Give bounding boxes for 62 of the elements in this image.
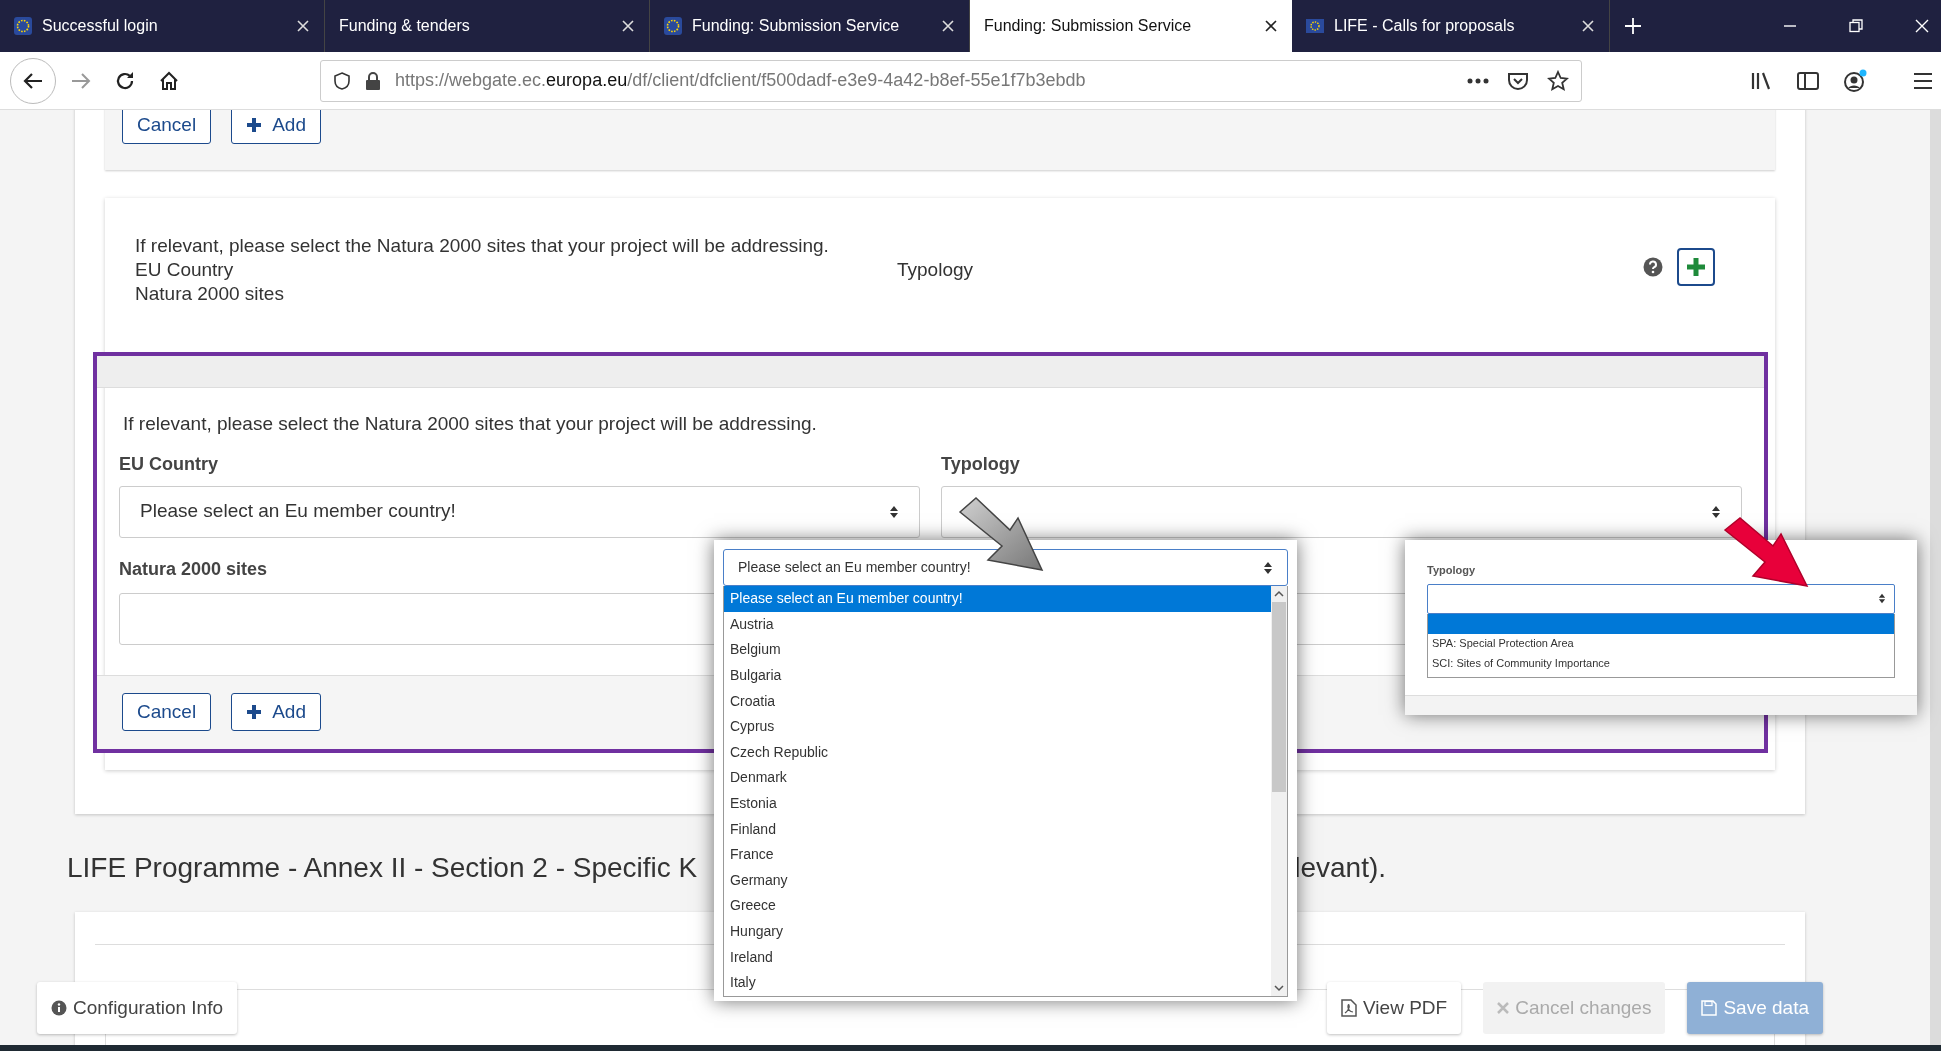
scrollbar[interactable] xyxy=(1271,586,1287,996)
instruction-text: If relevant, please select the Natura 2000 sites that your project will be addressing. xyxy=(123,412,818,436)
field-label: Typology xyxy=(897,258,974,282)
shield-icon xyxy=(333,71,351,90)
instruction-text: If relevant, please select the Natura 2000 sites that your project will be addressing. xyxy=(135,234,830,258)
scroll-down-icon xyxy=(1274,983,1284,992)
lock-icon xyxy=(365,71,381,90)
scroll-up-icon xyxy=(1274,590,1284,598)
field-label: Natura 2000 sites xyxy=(135,282,285,306)
view-pdf-button[interactable]: View PDF xyxy=(1327,982,1462,1034)
star-icon[interactable] xyxy=(1547,69,1569,92)
field-label: Typology xyxy=(1427,563,1477,578)
close-icon xyxy=(1581,19,1595,33)
info-icon xyxy=(51,1000,67,1016)
pocket-icon[interactable] xyxy=(1507,70,1529,91)
select-field[interactable] xyxy=(1427,583,1895,614)
sort-icon xyxy=(1878,593,1886,604)
menu-icon[interactable] xyxy=(1913,71,1933,90)
new-tab-icon[interactable] xyxy=(1624,17,1642,35)
eu-flag-icon xyxy=(1306,19,1324,33)
section-heading: LIFE Programme - Annex II - Section 2 - Specific K xyxy=(67,850,698,885)
home-icon[interactable] xyxy=(158,69,180,92)
close-icon xyxy=(1915,19,1929,33)
dropdown-option[interactable]: Please select an Eu member country! xyxy=(724,586,1271,612)
eu-flag-icon xyxy=(664,17,682,35)
field-label: EU Country xyxy=(119,452,219,476)
add-button[interactable]: Add xyxy=(231,110,321,144)
account-icon[interactable] xyxy=(1843,68,1867,93)
help-icon xyxy=(1643,257,1663,277)
close-icon xyxy=(941,19,955,33)
sidebar-icon[interactable] xyxy=(1797,70,1819,91)
field-label: EU Country xyxy=(135,258,235,282)
select-field[interactable]: Please select an Eu member country! xyxy=(119,485,920,538)
pdf-file-icon xyxy=(1341,999,1358,1017)
select-field[interactable]: Please select an Eu member country! xyxy=(723,549,1288,586)
scrollbar[interactable] xyxy=(1930,110,1941,1045)
sort-icon xyxy=(889,504,899,519)
library-icon[interactable] xyxy=(1751,70,1773,91)
cancel-button[interactable]: Cancel xyxy=(122,693,212,731)
close-icon xyxy=(621,19,635,33)
configuration-info-button[interactable]: Configuration Info xyxy=(37,982,237,1034)
add-button[interactable] xyxy=(1677,248,1715,286)
add-button[interactable]: Add xyxy=(231,693,321,731)
field-label: Natura 2000 sites xyxy=(119,557,268,581)
browser-tab[interactable]: Funding: Submission Service xyxy=(970,0,1292,52)
close-icon xyxy=(296,19,310,33)
eu-flag-icon xyxy=(14,17,32,35)
field-label: Typology xyxy=(941,452,1021,476)
more-icon[interactable] xyxy=(1467,77,1489,84)
close-icon xyxy=(1497,1002,1510,1014)
close-icon xyxy=(1264,19,1278,33)
sort-icon xyxy=(1711,504,1721,519)
sort-icon xyxy=(1263,560,1273,575)
address-bar[interactable]: https://webgate.ec.europa.eu/df/client/dfclient/f500dadf-e3e9-4a42-b8ef-55e1f7b3ebdb xyxy=(320,59,1582,102)
plus-icon xyxy=(246,117,263,133)
restore-icon xyxy=(1849,19,1863,33)
section-heading: levant). xyxy=(1294,850,1387,885)
cancel-button[interactable]: Cancel xyxy=(122,110,212,144)
plus-icon xyxy=(246,704,263,720)
select-field[interactable] xyxy=(941,485,1742,538)
url-text: https://webgate.ec.europa.eu/df/client/dfclient/f500dadf-e3e9-4a42-b8ef-55e1f7b3ebdb xyxy=(395,69,1086,92)
plus-icon xyxy=(1686,257,1706,277)
